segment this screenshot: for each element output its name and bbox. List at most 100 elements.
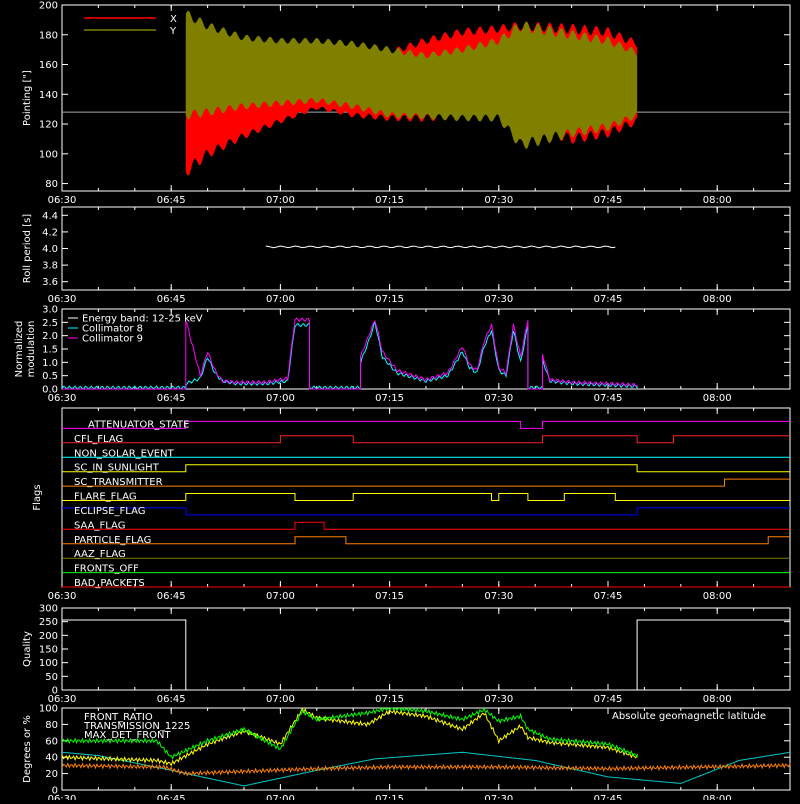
- flag-label: FLARE_FLAG: [74, 492, 137, 503]
- pointing-time-label: 07:30: [484, 195, 513, 206]
- quality-ytick-label: 200: [39, 631, 58, 642]
- bottom-time-label: 07:30: [484, 794, 513, 800]
- bottom-time-label: 07:45: [594, 794, 623, 800]
- quality-time-label: 06:45: [157, 694, 186, 705]
- pointing-legend-label: X: [170, 14, 177, 25]
- flag-line-cfl-flag: [62, 435, 790, 444]
- bottom-ytick-label: 80: [45, 720, 58, 731]
- flags-ylabel: Flags: [32, 484, 43, 510]
- modulation-ytick-label: 2.0: [42, 331, 58, 342]
- bottom-legend-label: Absolute geomagnetic latitude: [612, 711, 766, 722]
- bottom-time-label: 07:15: [375, 794, 404, 800]
- flag-line-sc-transmitter: [62, 478, 790, 487]
- flag-label: CFL_FLAG: [74, 434, 123, 445]
- roll-time-label: 07:45: [594, 294, 623, 305]
- quality-ytick-label: 300: [39, 604, 58, 615]
- pointing-ytick-label: 180: [39, 30, 58, 41]
- flag-label: SC_IN_SUNLIGHT: [74, 463, 160, 474]
- modulation-series-collimator-9: [62, 317, 638, 390]
- flags-frame: [61, 407, 791, 588]
- pointing-time-label: 06:45: [157, 195, 186, 206]
- bottom-legend-label: MAX_DET_FRONT: [84, 730, 171, 741]
- bottom-ylabel: Degrees or %: [22, 715, 33, 783]
- roll-time-label: 06:45: [157, 294, 186, 305]
- quality-ytick-label: 100: [39, 658, 58, 669]
- pointing-ytick-label: 100: [39, 149, 58, 160]
- quality-ylabel: Quality: [22, 631, 33, 667]
- roll-ytick-label: 3.8: [42, 261, 58, 272]
- bottom-ytick-label: 100: [39, 704, 58, 715]
- flags-time-label: 06:30: [48, 591, 77, 602]
- roll-frame: [61, 206, 791, 291]
- pointing-ytick-label: 200: [39, 1, 58, 12]
- flags-time-label: 08:00: [703, 591, 732, 602]
- pointing-ytick-label: 120: [39, 120, 58, 131]
- flags-time-label: 07:45: [594, 591, 623, 602]
- flag-line-flare-flag: [62, 493, 790, 501]
- bottom-ytick-label: 60: [45, 736, 58, 747]
- quality-time-label: 08:00: [703, 694, 732, 705]
- bottom-ytick-label: 20: [45, 769, 58, 780]
- roll-ylabel: Roll period [s]: [22, 214, 33, 283]
- modulation-time-label: 07:45: [594, 393, 623, 404]
- quality-ytick-label: 150: [39, 645, 58, 656]
- roll-series-line: [265, 245, 616, 249]
- flag-label: ATTENUATOR_STATE: [88, 419, 189, 430]
- bottom-ytick-label: 40: [45, 753, 58, 764]
- flag-line-sc-in-sunlight: [62, 464, 790, 473]
- flag-label: AAZ_FLAG: [74, 549, 126, 560]
- pointing-time-label: 06:30: [48, 195, 77, 206]
- roll-time-label: 06:30: [48, 294, 77, 305]
- modulation-ytick-label: 3.0: [42, 305, 58, 316]
- roll-ytick-label: 3.6: [42, 277, 58, 288]
- roll-ytick-label: 4.4: [42, 211, 58, 222]
- modulation-ylabel: modulation: [26, 321, 37, 378]
- flags-time-label: 07:00: [266, 591, 295, 602]
- pointing-time-label: 07:15: [375, 195, 404, 206]
- flag-label: ECLIPSE_FLAG: [74, 506, 145, 517]
- modulation-time-label: 06:45: [157, 393, 186, 404]
- bottom-ytick-label: 0: [52, 786, 58, 797]
- quality-time-label: 07:30: [484, 694, 513, 705]
- flag-label: BAD_PACKETS: [74, 578, 145, 589]
- modulation-ytick-label: 1.0: [42, 358, 58, 369]
- flag-label: PARTICLE_FLAG: [74, 535, 151, 546]
- flag-label: SAA_FLAG: [74, 520, 125, 531]
- modulation-ylabel: Normalized: [14, 321, 25, 378]
- bottom-time-label: 06:45: [157, 794, 186, 800]
- quality-series-line: [62, 619, 790, 691]
- summary-plot-svg: 06:30 06:45 07:00 07:15 07:30 07:45 08:00 80 100…: [14, 1, 791, 804]
- quality-ytick-label: 50: [45, 672, 58, 683]
- flag-label: FRONTS_OFF: [74, 564, 139, 575]
- pointing-legend-label: Y: [169, 26, 177, 37]
- quality-ytick-label: 0: [52, 686, 58, 697]
- flag-label: NON_SOLAR_EVENT: [74, 448, 175, 459]
- modulation-ytick-label: 0.5: [42, 371, 58, 382]
- roll-time-label: 07:30: [484, 294, 513, 305]
- roll-ytick-label: 4.2: [42, 227, 58, 238]
- flag-line-eclipse-flag: [62, 507, 790, 516]
- summary-plot: 06:30 06:45 07:00 07:15 07:30 07:45 08:00 80 100…: [0, 0, 800, 804]
- flag-line-particle-flag: [62, 536, 790, 545]
- flags-time-label: 06:45: [157, 591, 186, 602]
- pointing-ytick-label: 140: [39, 90, 58, 101]
- pointing-ytick-label: 80: [45, 179, 58, 190]
- modulation-ytick-label: 2.5: [42, 318, 58, 329]
- bottom-time-label: 08:00: [703, 794, 732, 800]
- pointing-ylabel: Pointing ["]: [22, 70, 33, 126]
- roll-time-label: 07:15: [375, 294, 404, 305]
- quality-time-label: 07:15: [375, 694, 404, 705]
- roll-time-label: 08:00: [703, 294, 732, 305]
- modulation-ytick-label: 0.0: [42, 385, 58, 396]
- modulation-ytick-label: 1.5: [42, 345, 58, 356]
- roll-ytick-label: 4.0: [42, 244, 58, 255]
- bottom-time-label: 07:00: [266, 794, 295, 800]
- flags-time-label: 07:30: [484, 591, 513, 602]
- flag-line-saa-flag: [62, 521, 790, 530]
- quality-ytick-label: 250: [39, 617, 58, 628]
- pointing-time-label: 07:45: [594, 195, 623, 206]
- roll-time-label: 07:00: [266, 294, 295, 305]
- flags-time-label: 07:15: [375, 591, 404, 602]
- modulation-time-label: 08:00: [703, 393, 732, 404]
- modulation-legend-label: Collimator 9: [82, 334, 143, 345]
